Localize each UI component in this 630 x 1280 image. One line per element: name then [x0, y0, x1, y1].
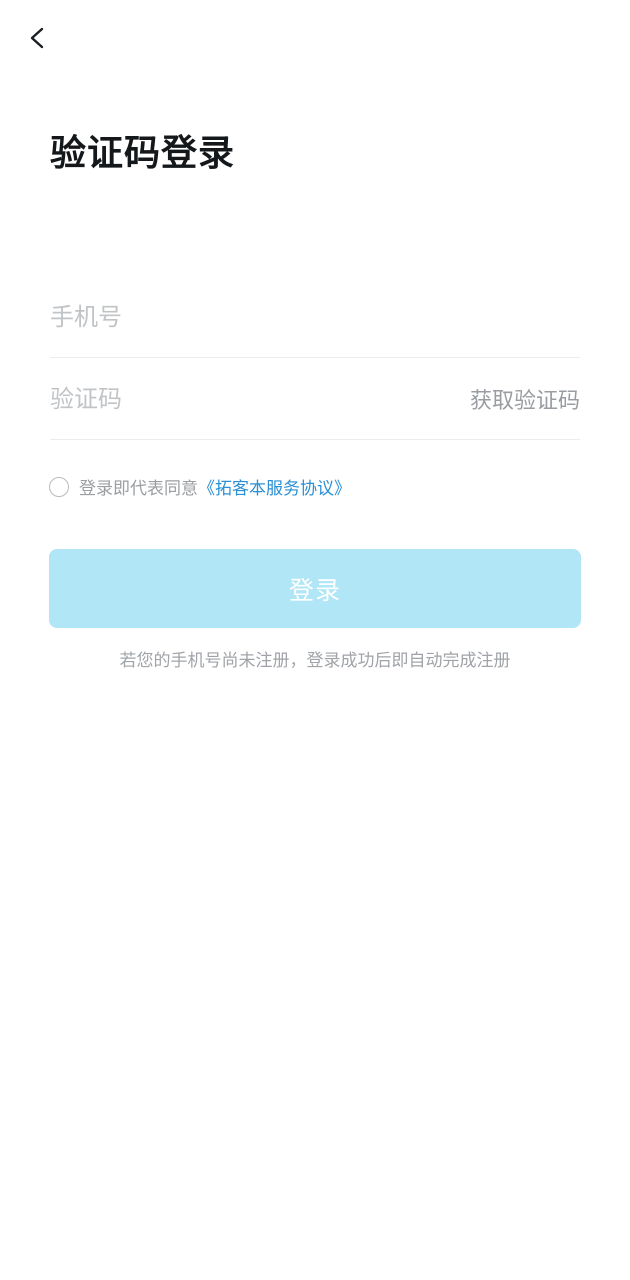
phone-input[interactable]: [50, 296, 580, 337]
page-title: 验证码登录: [50, 133, 236, 174]
verification-code-input[interactable]: [50, 378, 470, 419]
back-button[interactable]: [18, 18, 58, 58]
phone-field-row: [50, 276, 580, 358]
agreement-text: 登录即代表同意: [79, 479, 198, 499]
agreement-row: 登录即代表同意 《拓客本服务协议》: [49, 474, 351, 499]
agreement-radio[interactable]: [49, 476, 69, 497]
login-button[interactable]: 登录: [49, 549, 581, 628]
get-code-button[interactable]: 获取验证码: [470, 383, 580, 415]
chevron-left-icon: [30, 27, 44, 49]
service-agreement-link[interactable]: 《拓客本服务协议》: [198, 474, 351, 499]
register-hint: 若您的手机号尚未注册，登录成功后即自动完成注册: [119, 651, 511, 671]
code-field-row: 获取验证码: [50, 358, 580, 440]
